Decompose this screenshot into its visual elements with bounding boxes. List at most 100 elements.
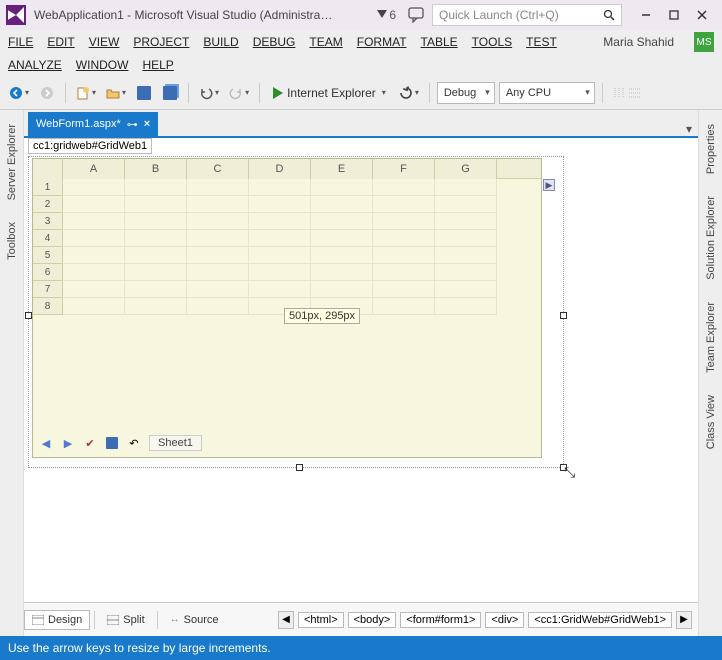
maximize-button[interactable] xyxy=(660,4,688,26)
title-bar: WebApplication1 - Microsoft Visual Studi… xyxy=(0,0,722,30)
toolbar: Internet Explorer Debug Any CPU xyxy=(0,76,722,110)
start-debug-button[interactable]: Internet Explorer xyxy=(267,81,392,105)
solution-explorer-tab[interactable]: Solution Explorer xyxy=(705,192,717,284)
row-1[interactable]: 1 xyxy=(33,179,63,196)
row-7[interactable]: 7 xyxy=(33,281,63,298)
nav-forward-button[interactable] xyxy=(36,81,58,105)
col-C[interactable]: C xyxy=(187,159,249,179)
save-all-button[interactable] xyxy=(159,81,181,105)
start-debug-label: Internet Explorer xyxy=(287,86,376,100)
quick-launch-input[interactable]: Quick Launch (Ctrl+Q) xyxy=(432,4,622,26)
save-icon xyxy=(137,86,151,100)
undo-button[interactable] xyxy=(196,81,222,105)
row-3[interactable]: 3 xyxy=(33,213,63,230)
designer-surface[interactable]: cc1:gridweb#GridWeb1 ▶ A B C xyxy=(24,136,698,602)
menu-analyze[interactable]: ANALYZE xyxy=(8,58,62,72)
close-button[interactable] xyxy=(688,4,716,26)
view-tab-bar: Design Split ↔ Source ◀ <html> <body> <f… xyxy=(24,602,698,636)
breadcrumb-html[interactable]: <html> xyxy=(298,612,344,628)
open-button[interactable] xyxy=(103,81,129,105)
menu-edit[interactable]: EDIT xyxy=(47,35,74,49)
document-tab-label: WebForm1.aspx* xyxy=(36,118,121,130)
save-all-icon xyxy=(163,86,177,100)
col-E[interactable]: E xyxy=(311,159,373,179)
vs-logo-icon xyxy=(6,5,26,25)
resize-cursor-icon: ⤡ xyxy=(564,464,575,481)
pin-icon[interactable]: ⊶ xyxy=(127,118,138,131)
layout-group-icon[interactable] xyxy=(610,81,646,105)
menu-debug[interactable]: DEBUG xyxy=(253,35,296,49)
breadcrumb-grid[interactable]: <cc1:GridWeb#GridWeb1> xyxy=(528,612,672,628)
breadcrumb-right-button[interactable]: ▶ xyxy=(676,611,692,629)
grid-scroll-right-icon[interactable]: ▶ xyxy=(543,179,555,191)
team-explorer-tab[interactable]: Team Explorer xyxy=(705,298,717,377)
menu-view[interactable]: VIEW xyxy=(89,35,120,49)
signed-in-user[interactable]: Maria Shahid xyxy=(603,35,674,49)
sheet-tab[interactable]: Sheet1 xyxy=(149,435,202,451)
grid-prev-icon[interactable]: ◀ xyxy=(39,436,53,450)
minimize-button[interactable] xyxy=(632,4,660,26)
grid-navigation: ◀ ▶ ✔ ↶ Sheet1 xyxy=(39,435,202,451)
grid-submit-icon[interactable]: ✔ xyxy=(83,436,97,450)
menu-format[interactable]: FORMAT xyxy=(357,35,407,49)
menu-file[interactable]: FILE xyxy=(8,35,33,49)
menu-window[interactable]: WINDOW xyxy=(76,58,129,72)
document-tab[interactable]: WebForm1.aspx* ⊶ × xyxy=(28,112,158,136)
new-item-button[interactable] xyxy=(73,81,99,105)
design-icon xyxy=(32,615,44,625)
breadcrumb-div[interactable]: <div> xyxy=(485,612,524,628)
menu-test[interactable]: TEST xyxy=(526,35,557,49)
toolbox-tab[interactable]: Toolbox xyxy=(6,218,18,264)
menu-help[interactable]: HELP xyxy=(142,58,173,72)
menu-project[interactable]: PROJECT xyxy=(133,35,189,49)
design-view-tab[interactable]: Design xyxy=(24,610,90,630)
notification-count: 6 xyxy=(389,8,396,22)
feedback-button[interactable] xyxy=(408,7,426,23)
workspace: Server Explorer Toolbox WebForm1.aspx* ⊶… xyxy=(0,110,722,636)
nav-back-button[interactable] xyxy=(6,81,32,105)
tag-selector[interactable]: cc1:gridweb#GridWeb1 xyxy=(28,138,152,154)
class-view-tab[interactable]: Class View xyxy=(705,391,717,453)
grid-corner[interactable] xyxy=(33,159,63,179)
row-5[interactable]: 5 xyxy=(33,247,63,264)
browser-refresh-button[interactable] xyxy=(396,81,422,105)
right-dock: Properties Solution Explorer Team Explor… xyxy=(698,110,722,636)
config-combo[interactable]: Debug xyxy=(437,82,495,104)
col-G[interactable]: G xyxy=(435,159,497,179)
row-6[interactable]: 6 xyxy=(33,264,63,281)
menu-table[interactable]: TABLE xyxy=(421,35,458,49)
grid-save-icon[interactable] xyxy=(105,436,119,450)
split-view-tab[interactable]: Split xyxy=(99,610,152,630)
breadcrumb-left-button[interactable]: ◀ xyxy=(278,611,294,629)
menu-tools[interactable]: TOOLS xyxy=(472,35,512,49)
col-F[interactable]: F xyxy=(373,159,435,179)
grid-next-icon[interactable]: ▶ xyxy=(61,436,75,450)
user-avatar[interactable]: MS xyxy=(694,32,714,52)
col-A[interactable]: A xyxy=(63,159,125,179)
resize-tooltip: 501px, 295px xyxy=(284,308,360,324)
menu-bar-2: ANALYZE WINDOW HELP xyxy=(0,54,722,76)
grid-body[interactable]: 1 2 3 4 5 6 7 8 xyxy=(33,179,541,315)
grid-undo-icon[interactable]: ↶ xyxy=(127,436,141,450)
row-8[interactable]: 8 xyxy=(33,298,63,315)
row-2[interactable]: 2 xyxy=(33,196,63,213)
breadcrumb-body[interactable]: <body> xyxy=(348,612,397,628)
platform-combo[interactable]: Any CPU xyxy=(499,82,595,104)
menu-build[interactable]: BUILD xyxy=(203,35,238,49)
breadcrumb-form[interactable]: <form#form1> xyxy=(400,612,481,628)
server-explorer-tab[interactable]: Server Explorer xyxy=(6,120,18,204)
search-icon xyxy=(603,9,615,21)
col-B[interactable]: B xyxy=(125,159,187,179)
col-D[interactable]: D xyxy=(249,159,311,179)
document-tab-row: WebForm1.aspx* ⊶ × ▾ xyxy=(24,110,722,136)
menu-team[interactable]: TEAM xyxy=(309,35,342,49)
active-files-dropdown[interactable]: ▾ xyxy=(680,122,698,136)
save-button[interactable] xyxy=(133,81,155,105)
close-tab-icon[interactable]: × xyxy=(144,118,150,130)
notifications-button[interactable]: 6 xyxy=(377,8,396,22)
source-view-tab[interactable]: ↔ Source xyxy=(162,610,227,630)
properties-tab[interactable]: Properties xyxy=(705,120,717,178)
redo-button[interactable] xyxy=(226,81,252,105)
row-4[interactable]: 4 xyxy=(33,230,63,247)
menu-bar: FILE EDIT VIEW PROJECT BUILD DEBUG TEAM … xyxy=(0,30,722,54)
